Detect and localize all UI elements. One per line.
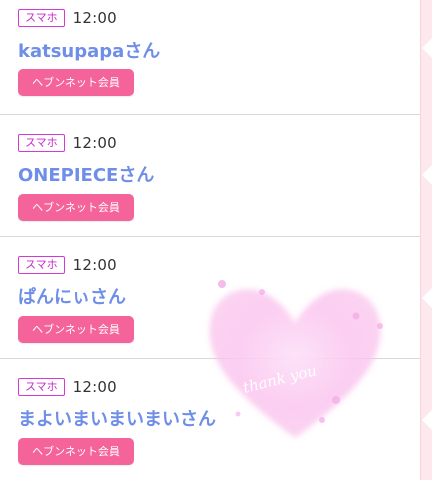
chevron-left-icon (422, 38, 432, 58)
member-badge: ヘブンネット会員 (18, 438, 134, 465)
visit-time: 12:00 (72, 256, 117, 274)
visitor-row[interactable]: スマホ 12:00 ぱんにぃさん ヘブンネット会員 (0, 237, 420, 359)
visitor-row[interactable]: スマホ 12:00 ONEPIECEさん ヘブンネット会員 (0, 115, 420, 237)
visit-time: 12:00 (72, 378, 117, 396)
visit-meta: スマホ 12:00 (18, 378, 117, 396)
device-badge: スマホ (18, 378, 65, 396)
visit-time: 12:00 (72, 9, 117, 27)
visitor-name[interactable]: まよいまいまいまいさん (18, 405, 216, 431)
side-decoration-strip (420, 0, 432, 480)
visitor-name[interactable]: ぱんにぃさん (18, 283, 126, 309)
visitor-row[interactable]: スマホ 12:00 katsupapaさん ヘブンネット会員 (0, 0, 420, 115)
visitor-name[interactable]: ONEPIECEさん (18, 161, 154, 187)
visitor-name[interactable]: katsupapaさん (18, 37, 160, 63)
visitor-row[interactable]: スマホ 12:00 まよいまいまいまいさん ヘブンネット会員 (0, 359, 420, 480)
visit-time: 12:00 (72, 134, 117, 152)
visit-meta: スマホ 12:00 (18, 134, 117, 152)
chevron-left-icon (422, 410, 432, 430)
visit-meta: スマホ 12:00 (18, 9, 117, 27)
device-badge: スマホ (18, 134, 65, 152)
device-badge: スマホ (18, 9, 65, 27)
member-badge: ヘブンネット会員 (18, 194, 134, 221)
chevron-left-icon (422, 288, 432, 308)
member-badge: ヘブンネット会員 (18, 316, 134, 343)
member-badge: ヘブンネット会員 (18, 69, 134, 96)
device-badge: スマホ (18, 256, 65, 274)
chevron-left-icon (422, 165, 432, 185)
visitor-history-page: スマホ 12:00 katsupapaさん ヘブンネット会員 スマホ 12:00… (0, 0, 432, 480)
visitor-list: スマホ 12:00 katsupapaさん ヘブンネット会員 スマホ 12:00… (0, 0, 420, 480)
visit-meta: スマホ 12:00 (18, 256, 117, 274)
